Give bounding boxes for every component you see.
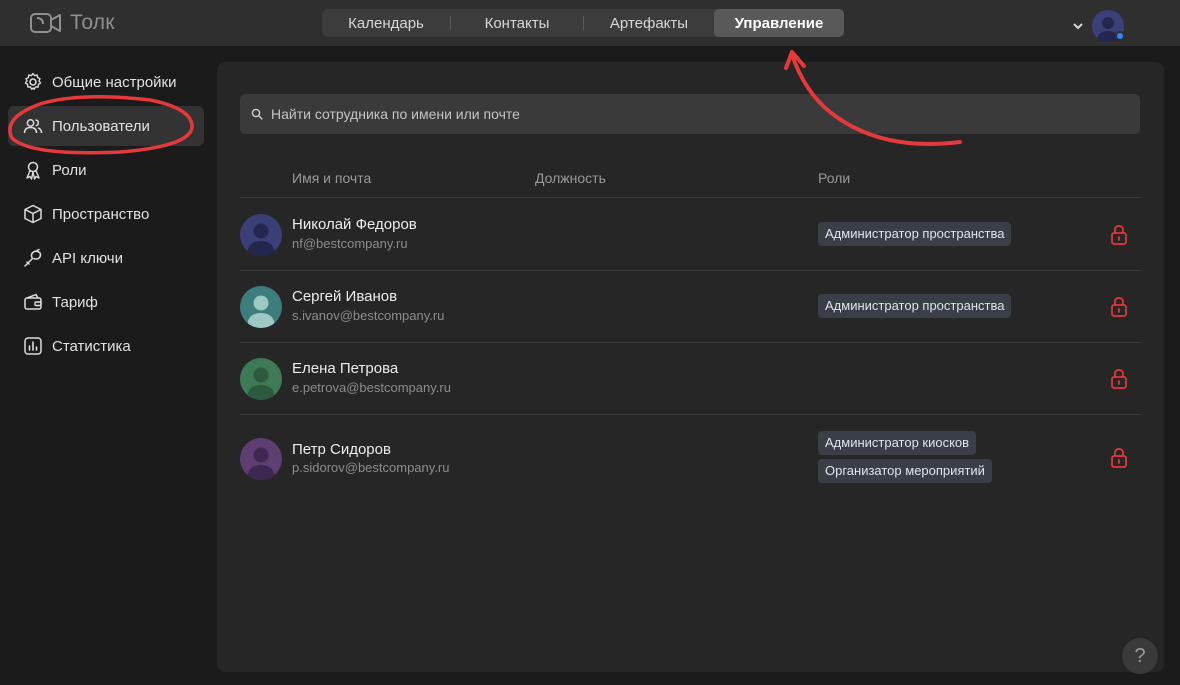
sidebar-item-label: Общие настройки — [52, 73, 177, 91]
key-icon — [24, 248, 42, 267]
avatar — [240, 286, 282, 328]
logo[interactable]: Толк — [30, 11, 115, 35]
role-badge: Организатор мероприятий — [818, 459, 992, 483]
user-email: nf@bestcompany.ru — [292, 236, 408, 251]
sidebar-item-label: Статистика — [52, 337, 131, 355]
cube-icon — [24, 204, 42, 224]
wallet-icon — [24, 293, 42, 310]
table-row[interactable]: Николай Федоров nf@bestcompany.ru Админи… — [240, 199, 1140, 271]
sidebar-item-space[interactable]: Пространство — [8, 194, 204, 234]
sidebar-item-users[interactable]: Пользователи — [8, 106, 204, 146]
column-header-position: Должность — [535, 170, 606, 186]
column-header-name: Имя и почта — [292, 170, 372, 186]
column-header-roles: Роли — [818, 170, 851, 186]
sidebar-item-label: Тариф — [52, 293, 98, 311]
person-icon — [247, 295, 275, 328]
help-button[interactable]: ? — [1122, 638, 1158, 674]
lock-icon[interactable] — [1110, 224, 1128, 246]
user-email: e.petrova@bestcompany.ru — [292, 380, 451, 395]
sidebar-item-roles[interactable]: Роли — [8, 150, 204, 190]
user-name: Сергей Иванов — [292, 288, 398, 305]
user-name: Елена Петрова — [292, 360, 399, 377]
person-icon — [247, 223, 275, 256]
user-email: p.sidorov@bestcompany.ru — [292, 460, 450, 475]
sidebar-item-tariff[interactable]: Тариф — [8, 282, 204, 322]
role-badge: Администратор пространства — [818, 294, 1012, 318]
search-input[interactable] — [271, 106, 1121, 122]
app-title: Толк — [70, 11, 115, 34]
avatar — [240, 438, 282, 480]
gear-icon — [24, 72, 42, 90]
sidebar-item-label: Пространство — [52, 205, 150, 223]
person-icon — [247, 367, 275, 400]
user-name: Николай Федоров — [292, 216, 417, 233]
tab-artifacts[interactable]: Артефакты — [584, 9, 714, 37]
tab-calendar[interactable]: Календарь — [322, 9, 450, 37]
chart-icon — [24, 337, 42, 355]
sidebar-item-general-settings[interactable]: Общие настройки — [8, 62, 204, 102]
users-panel: Имя и почта Должность Роли Николай Федор… — [217, 62, 1164, 672]
sidebar-item-label: Пользователи — [52, 117, 150, 135]
users-icon — [23, 119, 43, 134]
role-badge: Администратор киосков — [818, 431, 977, 455]
table-row[interactable]: Сергей Иванов s.ivanov@bestcompany.ru Ад… — [240, 271, 1140, 343]
video-camera-icon — [30, 13, 61, 33]
sidebar-item-label: API ключи — [52, 249, 123, 267]
sidebar: Общие настройки Пользователи Роли Простр… — [8, 62, 204, 370]
user-email: s.ivanov@bestcompany.ru — [292, 308, 445, 323]
person-icon — [247, 447, 275, 480]
tab-management[interactable]: Управление — [714, 9, 844, 37]
table-row[interactable]: Елена Петрова e.petrova@bestcompany.ru — [240, 343, 1140, 415]
top-bar: Толк Календарь Контакты Артефакты Управл… — [0, 0, 1180, 46]
avatar — [240, 358, 282, 400]
chevron-down-icon[interactable] — [1072, 21, 1084, 31]
tab-contacts[interactable]: Контакты — [451, 9, 583, 37]
table-header: Имя и почта Должность Роли — [240, 166, 1140, 198]
roles-icon — [26, 161, 40, 180]
lock-icon[interactable] — [1110, 368, 1128, 390]
sidebar-item-statistics[interactable]: Статистика — [8, 326, 204, 366]
sidebar-item-api-keys[interactable]: API ключи — [8, 238, 204, 278]
role-badge: Администратор пространства — [818, 222, 1012, 246]
lock-icon[interactable] — [1110, 447, 1128, 469]
user-name: Петр Сидоров — [292, 441, 391, 458]
sidebar-item-label: Роли — [52, 161, 87, 179]
online-status-dot — [1115, 31, 1125, 41]
main-nav: Календарь Контакты Артефакты Управление — [322, 9, 844, 37]
avatar — [240, 214, 282, 256]
search-icon — [251, 108, 263, 120]
search-bar[interactable] — [240, 94, 1140, 134]
table-row[interactable]: Петр Сидоров p.sidorov@bestcompany.ru Ад… — [240, 415, 1140, 501]
lock-icon[interactable] — [1110, 296, 1128, 318]
